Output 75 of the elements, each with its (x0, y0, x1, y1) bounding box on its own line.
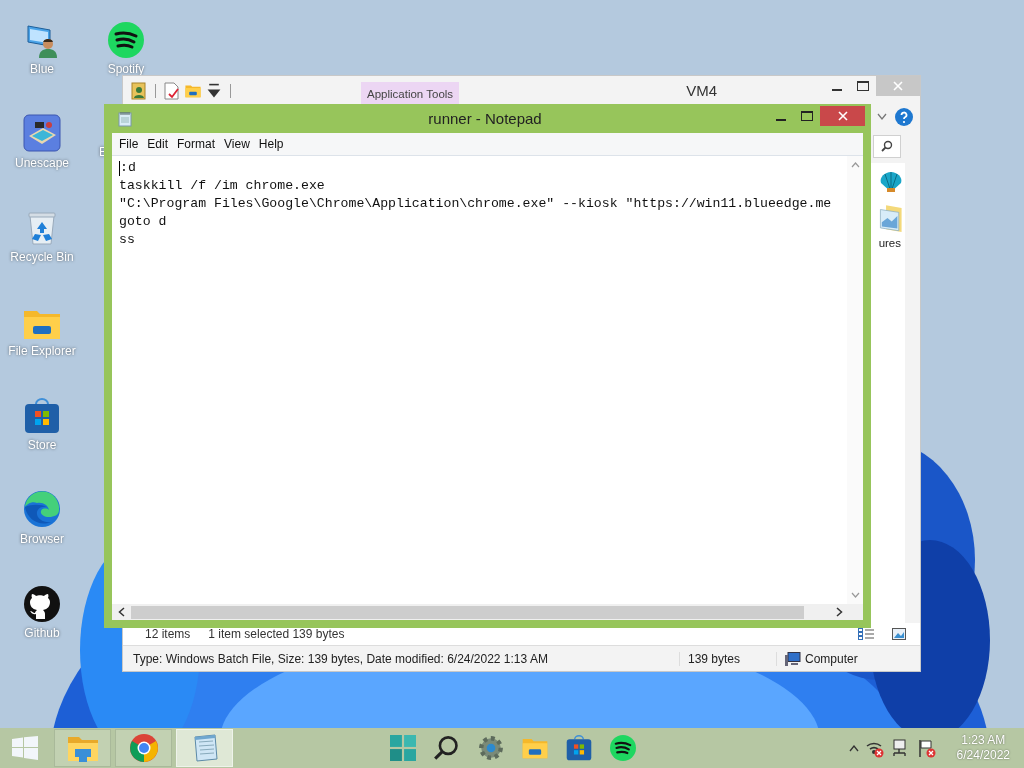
maximize-icon (801, 111, 813, 121)
text-line: taskkill /f /im chrome.exe (119, 177, 325, 195)
icon-label[interactable]: File Explorer (8, 344, 76, 358)
text-line: :d (120, 159, 136, 177)
selection-info: 1 item selected 139 bytes (208, 627, 345, 641)
taskbar-button[interactable] (115, 729, 172, 767)
browser-icon (128, 733, 159, 763)
close-icon (837, 111, 848, 121)
vertical-scrollbar[interactable] (847, 156, 863, 604)
document-icon[interactable] (164, 81, 180, 100)
scroll-right-icon[interactable] (836, 607, 843, 617)
shell-icon[interactable] (879, 171, 903, 193)
computer-icon (785, 651, 801, 666)
music-app-icon[interactable] (108, 22, 144, 58)
details-view-icon[interactable] (858, 628, 874, 640)
menu-item[interactable]: Edit (143, 137, 173, 151)
search-icon (881, 140, 893, 152)
taskbar-button[interactable] (54, 729, 111, 767)
menu-item[interactable]: View (220, 137, 254, 151)
minimize-icon (832, 88, 842, 91)
status-text: Type: Windows Batch File, Size: 139 bytes, Date modified: 6/24/2022 1:13 AM (132, 651, 549, 666)
text-line: "C:\Program Files\Google\Chrome\Application\chrome.exe" --kiosk "https://win11.blueedge.me (119, 195, 832, 213)
dropdown-icon[interactable] (206, 81, 222, 100)
icon-label[interactable]: Spotify (107, 62, 145, 76)
menu-item[interactable]: Format (173, 137, 220, 151)
help-icon[interactable] (895, 108, 913, 126)
close-icon (893, 81, 903, 91)
music-app-icon[interactable] (610, 735, 636, 761)
icon-label[interactable]: Unescape (14, 156, 69, 170)
ribbon-context-tab[interactable]: Application Tools (361, 82, 460, 105)
icon-label[interactable]: Browser (20, 532, 64, 546)
shopping-bag-icon[interactable] (566, 735, 592, 761)
game-icon[interactable] (23, 114, 61, 152)
large-icons-view-icon[interactable] (892, 628, 906, 640)
search-field[interactable] (873, 134, 901, 158)
scroll-down-icon[interactable] (850, 592, 860, 598)
shopping-bag-icon[interactable] (24, 398, 60, 434)
item-count: 12 items (145, 627, 191, 641)
swirl-icon[interactable] (23, 490, 61, 528)
chevron-up-icon[interactable] (848, 744, 859, 752)
text-line: ss (119, 231, 135, 249)
notepad-icon (118, 110, 132, 127)
icon-label[interactable]: Github (24, 626, 60, 640)
text-line: goto d (119, 213, 167, 231)
scrollbar-thumb[interactable] (131, 605, 804, 619)
icon-label[interactable]: Recycle Bin (10, 250, 74, 264)
maximize-icon (857, 81, 869, 91)
scroll-up-icon[interactable] (850, 162, 860, 168)
text-caret (119, 160, 120, 176)
window-title: VM4 (685, 82, 718, 99)
icon-label[interactable]: Blue (30, 62, 54, 76)
status-text: Computer (805, 651, 858, 666)
chevron-down-icon[interactable] (877, 113, 887, 121)
menu-item[interactable]: Help (254, 137, 288, 151)
clock-time[interactable]: 1:23 AM (961, 733, 1006, 748)
window-title: runner - Notepad (427, 110, 543, 127)
search-icon[interactable] (434, 735, 460, 761)
icon-label[interactable]: Store (27, 438, 57, 452)
horizontal-scrollbar[interactable] (112, 604, 863, 620)
minimize-icon (776, 118, 786, 121)
gear-icon[interactable] (478, 735, 504, 761)
user-monitor-icon[interactable] (24, 22, 60, 58)
properties-icon[interactable] (131, 81, 147, 100)
windows-logo-icon (12, 736, 38, 760)
picture-icon[interactable] (879, 203, 903, 233)
folder-icon[interactable] (23, 308, 61, 340)
clock-date[interactable]: 6/24/2022 (956, 748, 1010, 763)
recycle-bin-icon[interactable] (27, 210, 57, 246)
status-text: 139 bytes (679, 651, 776, 666)
cat-silhouette-icon[interactable] (24, 586, 60, 622)
tiles-icon[interactable] (390, 735, 416, 761)
menu-item[interactable]: File (115, 137, 143, 151)
file-name[interactable]: ures (878, 237, 901, 249)
flag-error-icon[interactable] (916, 738, 937, 758)
scroll-left-icon[interactable] (118, 607, 125, 617)
